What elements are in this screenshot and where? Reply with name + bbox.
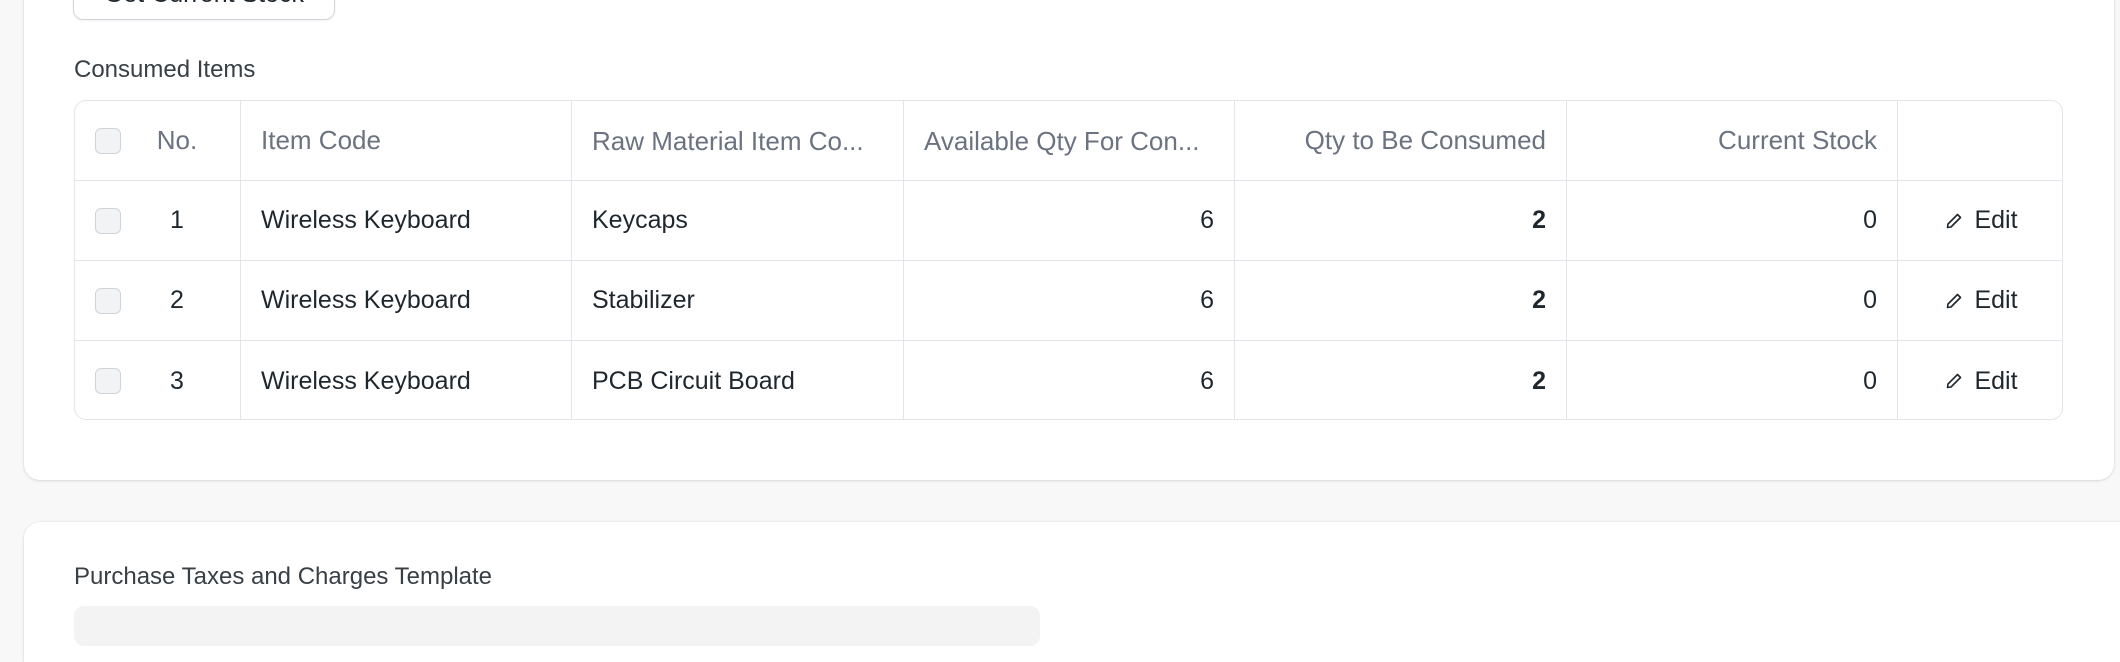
- edit-label: Edit: [1974, 286, 2018, 314]
- column-header-qty-consumed: Qty to Be Consumed: [1235, 101, 1567, 180]
- edit-label: Edit: [1974, 206, 2018, 234]
- qty-consumed-cell[interactable]: 2: [1235, 261, 1567, 340]
- row-number: 1: [170, 206, 184, 234]
- row-select-cell: 3: [75, 341, 241, 419]
- select-all-checkbox[interactable]: [95, 127, 121, 154]
- column-header-no: No.: [156, 125, 198, 155]
- table-header-row: No. Item Code Raw Material Item Co... Av…: [75, 101, 2062, 181]
- available-qty-cell[interactable]: 6: [904, 181, 1235, 260]
- raw-material-cell[interactable]: PCB Circuit Board: [572, 341, 904, 419]
- available-qty-cell[interactable]: 6: [904, 341, 1235, 419]
- edit-label: Edit: [1974, 366, 2018, 395]
- item-code-cell[interactable]: Wireless Keyboard: [241, 261, 572, 340]
- table-row[interactable]: 1 Wireless Keyboard Keycaps 6 2 0 Edit: [75, 181, 2062, 261]
- row-number: 2: [170, 286, 184, 314]
- column-header-current-stock: Current Stock: [1567, 101, 1898, 180]
- pencil-icon: [1947, 373, 1962, 389]
- current-stock-cell[interactable]: 0: [1567, 341, 1898, 419]
- column-header-available-qty: Available Qty For Con...: [904, 101, 1235, 180]
- edit-row-button[interactable]: Edit: [1944, 286, 2018, 315]
- qty-consumed-cell[interactable]: 2: [1235, 181, 1567, 260]
- edit-cell: Edit: [1898, 261, 2062, 340]
- row-checkbox[interactable]: [95, 287, 121, 314]
- row-number: 3: [170, 366, 184, 395]
- edit-row-button[interactable]: Edit: [1944, 206, 2018, 235]
- get-current-stock-button[interactable]: Get Current Stock: [73, 0, 335, 20]
- raw-material-cell[interactable]: Stabilizer: [572, 261, 904, 340]
- column-header-raw-material: Raw Material Item Co...: [572, 101, 904, 180]
- edit-cell: Edit: [1898, 341, 2062, 419]
- edit-row-button[interactable]: Edit: [1944, 366, 2018, 396]
- header-select-cell: No.: [75, 101, 241, 180]
- table-row[interactable]: 2 Wireless Keyboard Stabilizer 6 2 0 Edi…: [75, 261, 2062, 341]
- row-checkbox[interactable]: [95, 207, 121, 234]
- edit-cell: Edit: [1898, 181, 2062, 260]
- pencil-icon: [1947, 293, 1962, 308]
- taxes-template-label: Purchase Taxes and Charges Template: [74, 563, 493, 590]
- available-qty-cell[interactable]: 6: [904, 261, 1235, 340]
- qty-consumed-cell[interactable]: 2: [1235, 341, 1567, 419]
- item-code-cell[interactable]: Wireless Keyboard: [241, 341, 572, 419]
- column-header-actions: [1898, 101, 2062, 180]
- table-row[interactable]: 3 Wireless Keyboard PCB Circuit Board 6 …: [75, 341, 2062, 419]
- consumed-items-table: No. Item Code Raw Material Item Co... Av…: [74, 100, 2063, 420]
- item-code-cell[interactable]: Wireless Keyboard: [241, 181, 572, 260]
- pencil-icon: [1947, 213, 1962, 228]
- raw-material-cell[interactable]: Keycaps: [572, 181, 904, 260]
- column-header-item-code: Item Code: [241, 101, 572, 180]
- consumed-items-label: Consumed Items: [74, 56, 256, 83]
- row-checkbox[interactable]: [95, 368, 121, 394]
- current-stock-cell[interactable]: 0: [1567, 181, 1898, 260]
- taxes-template-select[interactable]: [74, 606, 1040, 646]
- row-select-cell: 2: [75, 261, 241, 340]
- row-select-cell: 1: [75, 181, 241, 260]
- current-stock-cell[interactable]: 0: [1567, 261, 1898, 340]
